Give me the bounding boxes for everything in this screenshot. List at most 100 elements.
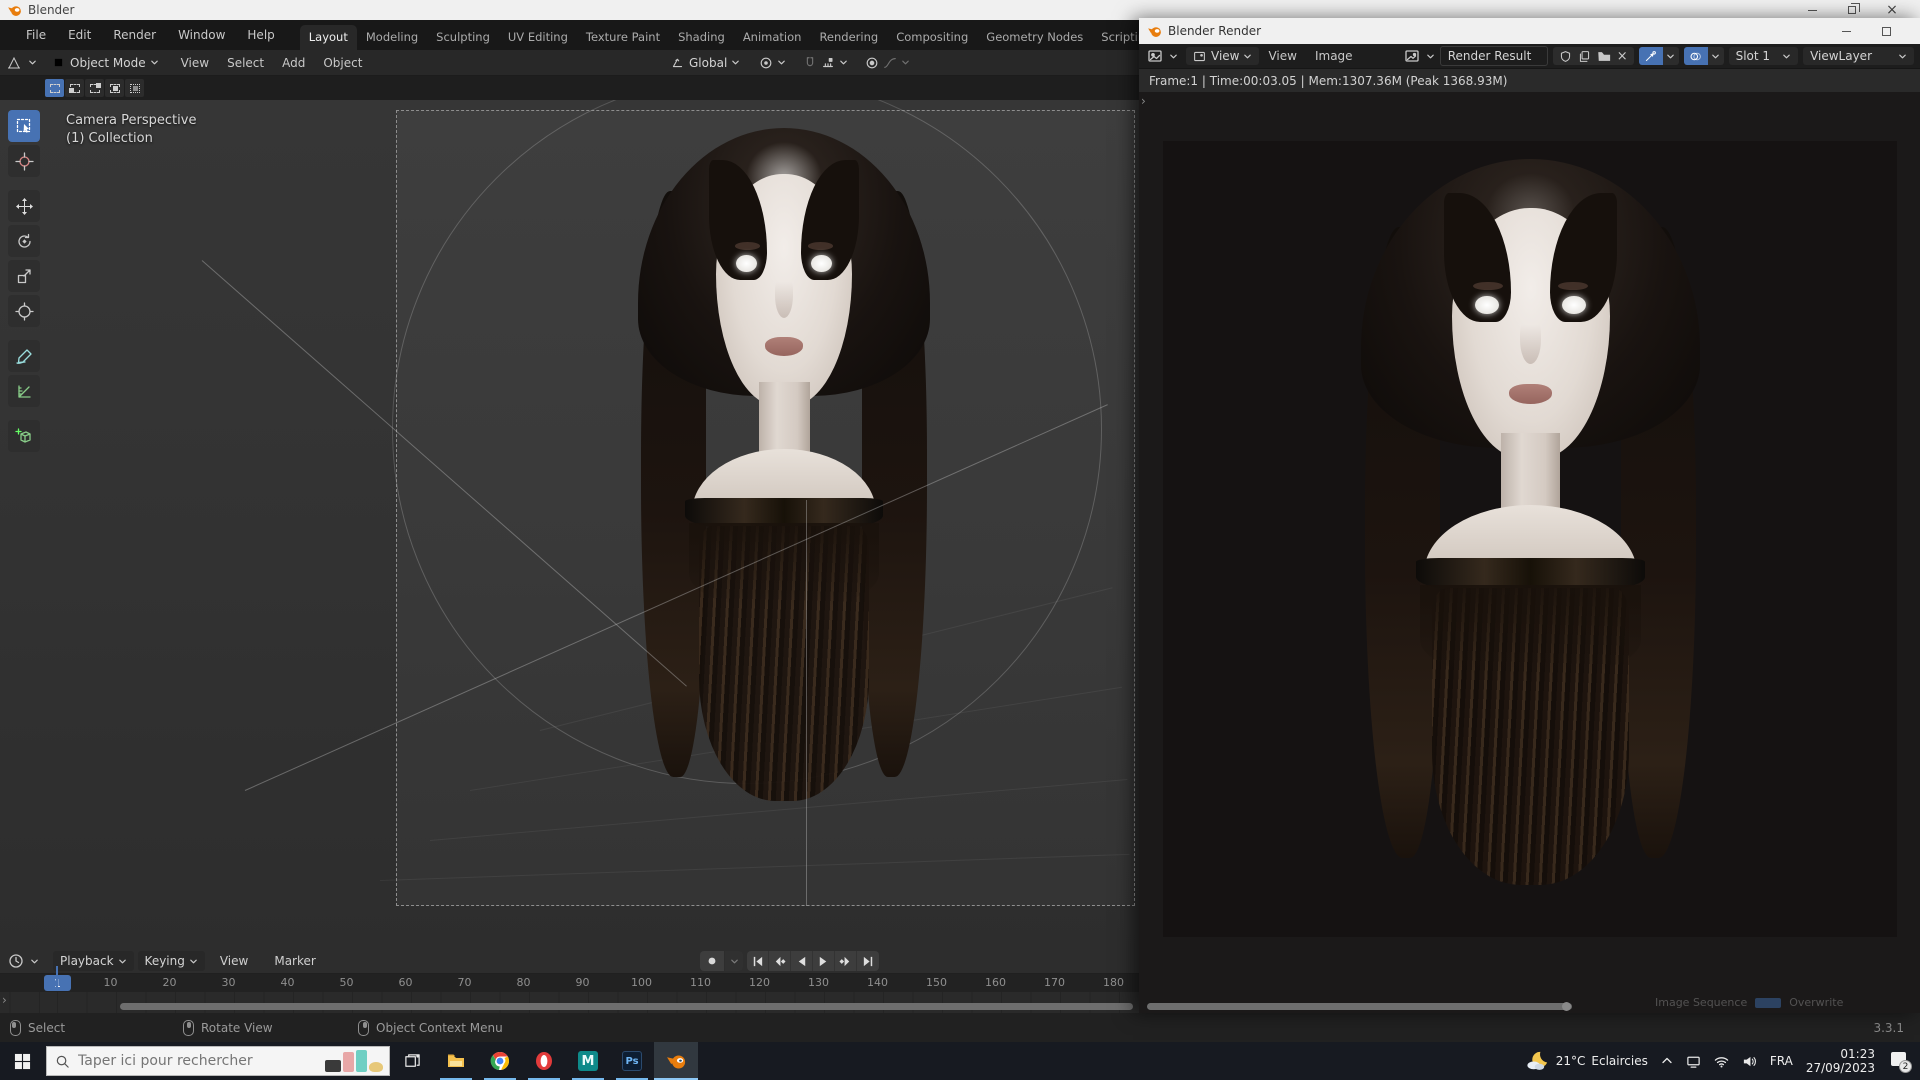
workspace-tab[interactable]: Shading: [669, 25, 734, 50]
workspace-tab[interactable]: Rendering: [810, 25, 887, 50]
render-close-button[interactable]: [1906, 18, 1920, 44]
chevron-down-icon[interactable]: [1426, 52, 1435, 61]
gizmos-options-chevron[interactable]: [1662, 47, 1679, 65]
menu-help[interactable]: Help: [236, 25, 285, 45]
previous-keyframe-button[interactable]: [769, 951, 791, 971]
timeline-horizontal-scrollbar[interactable]: [120, 1003, 1133, 1010]
gizmos-toggle[interactable]: [1638, 47, 1663, 65]
viewport-3d[interactable]: Camera Perspective (1) Collection: [0, 100, 1139, 949]
menu-object[interactable]: Object: [314, 54, 371, 72]
play-reverse-button[interactable]: [791, 951, 813, 971]
snap-increment-icon[interactable]: [821, 56, 835, 70]
model-head-viewport[interactable]: [614, 128, 954, 833]
render-image-area[interactable]: › Image Sequence Overwrite: [1139, 92, 1920, 1013]
editor-type-image-icon[interactable]: [1147, 48, 1163, 64]
workspace-tab[interactable]: Compositing: [887, 25, 977, 50]
notification-center-button[interactable]: 2: [1888, 1052, 1912, 1073]
next-keyframe-button[interactable]: [835, 951, 857, 971]
minimize-button[interactable]: [1792, 0, 1832, 20]
tool-transform[interactable]: [8, 295, 40, 327]
search-input[interactable]: [78, 1053, 325, 1069]
render-window[interactable]: Blender Render View View Image Render Re…: [1139, 18, 1920, 1013]
proportional-editing-icon[interactable]: [865, 56, 879, 70]
menu-view[interactable]: View: [1259, 47, 1305, 65]
image-name-field[interactable]: Render Result: [1439, 46, 1548, 66]
keyboard-language[interactable]: FRA: [1770, 1054, 1793, 1068]
render-window-titlebar[interactable]: Blender Render: [1139, 18, 1920, 44]
image-datablock-icon[interactable]: [1404, 48, 1420, 64]
jump-to-end-button[interactable]: [857, 951, 879, 971]
blender-taskbar-icon[interactable]: [654, 1042, 698, 1080]
overlays-options-chevron[interactable]: [1707, 47, 1724, 65]
timeline-expand-arrow[interactable]: ›: [2, 993, 7, 1007]
tool-select-box[interactable]: [8, 110, 40, 142]
weather-widget[interactable]: 21°C Eclaircies: [1525, 1049, 1648, 1074]
open-folder-icon[interactable]: [1597, 49, 1611, 63]
volume-icon[interactable]: [1742, 1054, 1757, 1069]
opera-taskbar-icon[interactable]: [522, 1042, 566, 1080]
start-button[interactable]: [0, 1042, 44, 1080]
tool-rotate[interactable]: [8, 225, 40, 257]
restore-button[interactable]: [1832, 0, 1872, 20]
maya-taskbar-icon[interactable]: M: [566, 1042, 610, 1080]
render-horizontal-scrollbar[interactable]: [1147, 1002, 1572, 1011]
falloff-curve-icon[interactable]: [883, 56, 897, 70]
tool-measure[interactable]: [8, 375, 40, 407]
tool-scale[interactable]: [8, 260, 40, 292]
close-button[interactable]: ×: [1872, 0, 1912, 20]
fake-user-shield-icon[interactable]: [1559, 50, 1572, 63]
taskbar-search[interactable]: [46, 1046, 390, 1076]
snap-controls[interactable]: [798, 53, 854, 72]
photoshop-taskbar-icon[interactable]: Ps: [610, 1042, 654, 1080]
jump-to-start-button[interactable]: [747, 951, 769, 971]
view-layer-dropdown[interactable]: ViewLayer: [1803, 47, 1914, 65]
timeline-menu-marker[interactable]: Marker: [263, 951, 326, 971]
menu-window[interactable]: Window: [167, 25, 236, 45]
tray-expand-chevron-icon[interactable]: [1661, 1055, 1673, 1067]
snap-magnet-icon[interactable]: [803, 56, 817, 70]
unlink-x-icon[interactable]: ×: [1617, 50, 1628, 63]
new-image-copy-icon[interactable]: [1578, 50, 1591, 63]
pivot-dropdown[interactable]: [754, 53, 792, 72]
playback-dropdown[interactable]: Playback: [53, 951, 134, 971]
menu-file[interactable]: File: [15, 25, 57, 45]
workspace-tab[interactable]: Sculpting: [427, 25, 499, 50]
orientation-dropdown[interactable]: Global: [664, 53, 748, 72]
menu-select[interactable]: Select: [218, 54, 273, 72]
select-mode-new-button[interactable]: [45, 79, 64, 97]
menu-add[interactable]: Add: [273, 54, 314, 72]
workspace-tab[interactable]: Texture Paint: [577, 25, 669, 50]
play-button[interactable]: [813, 951, 835, 971]
slot-dropdown[interactable]: Slot 1: [1728, 47, 1799, 65]
workspace-tab[interactable]: UV Editing: [499, 25, 577, 50]
chevron-down-icon[interactable]: [1169, 52, 1178, 61]
menu-image[interactable]: Image: [1306, 47, 1362, 65]
select-mode-intersect-button[interactable]: [125, 79, 144, 97]
tool-move[interactable]: [8, 190, 40, 222]
menu-edit[interactable]: Edit: [57, 25, 102, 45]
menu-render[interactable]: Render: [102, 25, 167, 45]
mode-dropdown[interactable]: Object Mode: [45, 53, 166, 72]
timeline-menu-view[interactable]: View: [209, 951, 259, 971]
playhead-line[interactable]: [56, 966, 58, 988]
keying-dropdown[interactable]: Keying: [137, 951, 205, 971]
tool-cursor[interactable]: [8, 145, 40, 177]
editor-type-icon[interactable]: [6, 55, 22, 71]
select-mode-extend-button[interactable]: [65, 79, 84, 97]
chevron-down-icon[interactable]: [28, 58, 37, 67]
render-minimize-button[interactable]: [1826, 18, 1866, 44]
workspace-tab[interactable]: Geometry Nodes: [977, 25, 1092, 50]
clock-widget[interactable]: 01:23 27/09/2023: [1806, 1047, 1875, 1075]
render-maximize-button[interactable]: [1866, 18, 1906, 44]
record-options-chevron[interactable]: [725, 951, 743, 971]
wifi-icon[interactable]: [1714, 1054, 1729, 1069]
region-toggle-arrow[interactable]: ›: [1141, 94, 1146, 108]
chevron-down-icon[interactable]: [30, 957, 39, 966]
menu-view[interactable]: View: [172, 54, 218, 72]
select-mode-subtract-button[interactable]: [85, 79, 104, 97]
editor-mode-dropdown[interactable]: View: [1186, 47, 1260, 65]
select-mode-invert-button[interactable]: [105, 79, 124, 97]
chrome-taskbar-icon[interactable]: [478, 1042, 522, 1080]
workspace-tab[interactable]: Layout: [299, 25, 357, 50]
task-view-button[interactable]: [390, 1042, 434, 1080]
